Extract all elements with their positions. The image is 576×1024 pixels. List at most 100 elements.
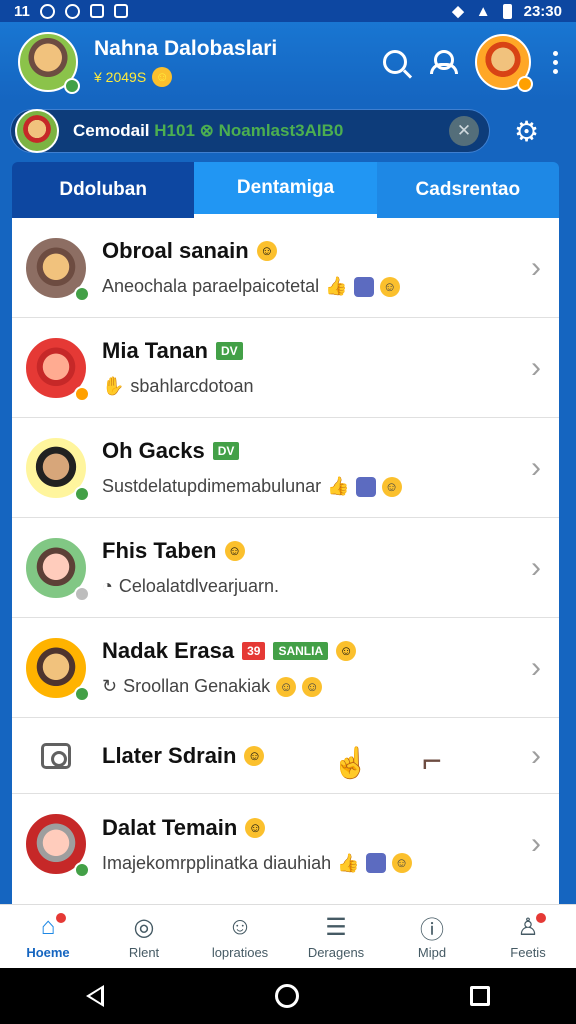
kebab-menu-icon[interactable] (553, 50, 558, 74)
list-item[interactable]: Obroal sanain ☺ Aneochala paraelpaicoteta… (12, 218, 559, 318)
banner-text: Cemodail H101 ⊗ Noamlast3AIB0 (73, 121, 344, 140)
close-icon[interactable]: ✕ (449, 116, 479, 146)
list-item[interactable]: Nadak Erasa 39 SANLIA ☺ ↻ Sroollan Genakiak ☺… (12, 618, 559, 718)
hand-sticker-icon: ☝ (332, 747, 370, 780)
signal-icon: ▲ (475, 2, 491, 20)
chat-preview: Imajekomrpplinatka diauhiah (102, 852, 332, 873)
notification-icon (113, 4, 128, 18)
chat-preview: sbahlarcdotoan (130, 376, 254, 396)
avatar (24, 335, 90, 402)
home-button-icon[interactable] (274, 984, 299, 1008)
status-left-text: 11 (14, 2, 30, 20)
nav-mipd[interactable]: ⓘ Mipd (384, 905, 480, 968)
nav-profile[interactable]: ♙ Feetis (480, 905, 576, 968)
avatar (24, 235, 90, 302)
emoji-icon: ☺ (391, 853, 412, 873)
chat-title: Fhis Taben (102, 538, 217, 563)
status-badge: 39 (242, 642, 266, 660)
search-icon[interactable] (383, 50, 407, 74)
chevron-right-icon: › (531, 550, 541, 584)
sticker-icon (365, 853, 386, 873)
nav-diagrams[interactable]: ☰ Deragens (288, 905, 384, 968)
status-badge: SANLIA (273, 642, 329, 660)
wifi-icon: ◆ (452, 3, 464, 20)
list-item[interactable]: Llater Sdrain ☺ ☝ ⌐ › (12, 718, 559, 794)
chat-preview: Aneochala paraelpaicotetal (102, 276, 320, 296)
list-item[interactable]: Fhis Taben ☺ ◔ Celoalatdlvearjuarn. › (12, 518, 559, 618)
chevron-right-icon: › (531, 650, 541, 684)
status-badge: DV (215, 342, 243, 360)
tab-3[interactable]: Cadsrentao (376, 162, 559, 218)
thumbs-up-icon: 👍 (337, 852, 360, 873)
banner-avatar (15, 109, 59, 153)
avatar (24, 812, 90, 878)
chevron-right-icon: › (531, 827, 541, 860)
person-icon: ☺ (227, 913, 253, 940)
emoji-icon: ☺ (381, 476, 402, 497)
clock-icon: ◔ (102, 576, 113, 596)
chevron-right-icon: › (531, 738, 541, 772)
chat-title: Oh Gacks (102, 438, 205, 463)
user-subtitle: ¥ 2049S ☺ (94, 67, 277, 87)
header: Nahna Dalobaslari ¥ 2049S ☺ (0, 22, 576, 102)
chevron-right-icon: › (531, 350, 541, 384)
tab-bar: Ddoluban Dentamiga Cadsrentao (12, 162, 559, 218)
battery-icon (502, 3, 512, 19)
bottom-nav: ⌂ Hoeme ◎ Rlent ☺ lopratioes ☰ Deragens … (0, 904, 576, 968)
banner-pill[interactable]: Cemodail H101 ⊗ Noamlast3AIB0 ✕ (10, 109, 490, 153)
camera-icon (24, 724, 88, 788)
avatar (24, 635, 90, 702)
emoji-icon: ☺ (302, 676, 323, 697)
nav-recent[interactable]: ◎ Rlent (96, 905, 192, 968)
notification-dot (54, 911, 68, 925)
user-block: Nahna Dalobaslari ¥ 2049S ☺ (94, 37, 277, 87)
chevron-right-icon: › (531, 250, 541, 284)
chat-title: Obroal sanain (102, 238, 249, 263)
user-name: Nahna Dalobaslari (94, 37, 278, 60)
info-icon: ⓘ (420, 916, 444, 944)
emoji-icon: ☺ (245, 817, 266, 838)
gear-icon[interactable]: ⚙ (514, 115, 539, 148)
sticker-icon (353, 276, 374, 297)
friend-avatar[interactable] (475, 34, 533, 92)
nav-operations[interactable]: ☺ lopratioes (192, 905, 288, 968)
emoji-icon: ☺ (336, 641, 357, 661)
smile-emoji-icon: ☺ (152, 67, 173, 87)
chevron-right-icon: › (531, 450, 541, 484)
list-item[interactable]: Oh Gacks DV Sustdelatupdimemabulunar 👍 ☺ › (12, 418, 559, 518)
emoji-icon: ☺ (256, 241, 277, 261)
avatar (24, 435, 90, 502)
status-badge: DV (212, 442, 240, 460)
chat-title: Nadak Erasa (102, 638, 235, 663)
list-item[interactable]: Mia Tanan DV ✋ sbahlarcdotoan › (12, 318, 559, 418)
chat-preview: Celoalatdlvearjuarn. (118, 576, 279, 596)
notification-dot (534, 911, 548, 925)
emoji-icon: ☺ (244, 745, 265, 766)
user-icon[interactable] (429, 50, 458, 74)
status-time: 23:30 (523, 2, 562, 20)
chat-preview: Sroollan Genakiak (123, 676, 271, 696)
clipboard-icon: ☰ (325, 913, 347, 941)
notification-icon (39, 3, 55, 19)
notification-icon (64, 3, 80, 19)
chat-preview: Sustdelatupdimemabulunar (102, 476, 322, 496)
tab-1[interactable]: Ddoluban (12, 162, 195, 218)
recents-icon[interactable] (470, 986, 491, 1006)
list-item[interactable]: Dalat Temain ☺ Imajekomrpplinatka diauhia… (12, 794, 559, 894)
back-icon[interactable] (85, 985, 104, 1007)
emoji-icon: ☺ (379, 276, 400, 297)
profile-avatar[interactable] (18, 32, 80, 94)
thumbs-up-icon: 👍 (327, 476, 350, 496)
nav-home[interactable]: ⌂ Hoeme (0, 905, 96, 968)
refresh-icon: ↻ (102, 676, 118, 696)
emoji-icon: ☺ (276, 676, 297, 697)
tab-2[interactable]: Dentamiga (194, 162, 377, 218)
chat-title: Mia Tanan (102, 338, 208, 363)
sticker-icon (355, 476, 376, 497)
notification-icon (89, 4, 104, 18)
chat-title: Dalat Temain (102, 814, 238, 840)
status-bar: 11 ◆ ▲ 23:30 (0, 0, 576, 22)
chat-title: Llater Sdrain (102, 742, 237, 768)
banner: Cemodail H101 ⊗ Noamlast3AIB0 ✕ ⚙ (10, 104, 566, 158)
location-icon: ◎ (133, 913, 155, 941)
